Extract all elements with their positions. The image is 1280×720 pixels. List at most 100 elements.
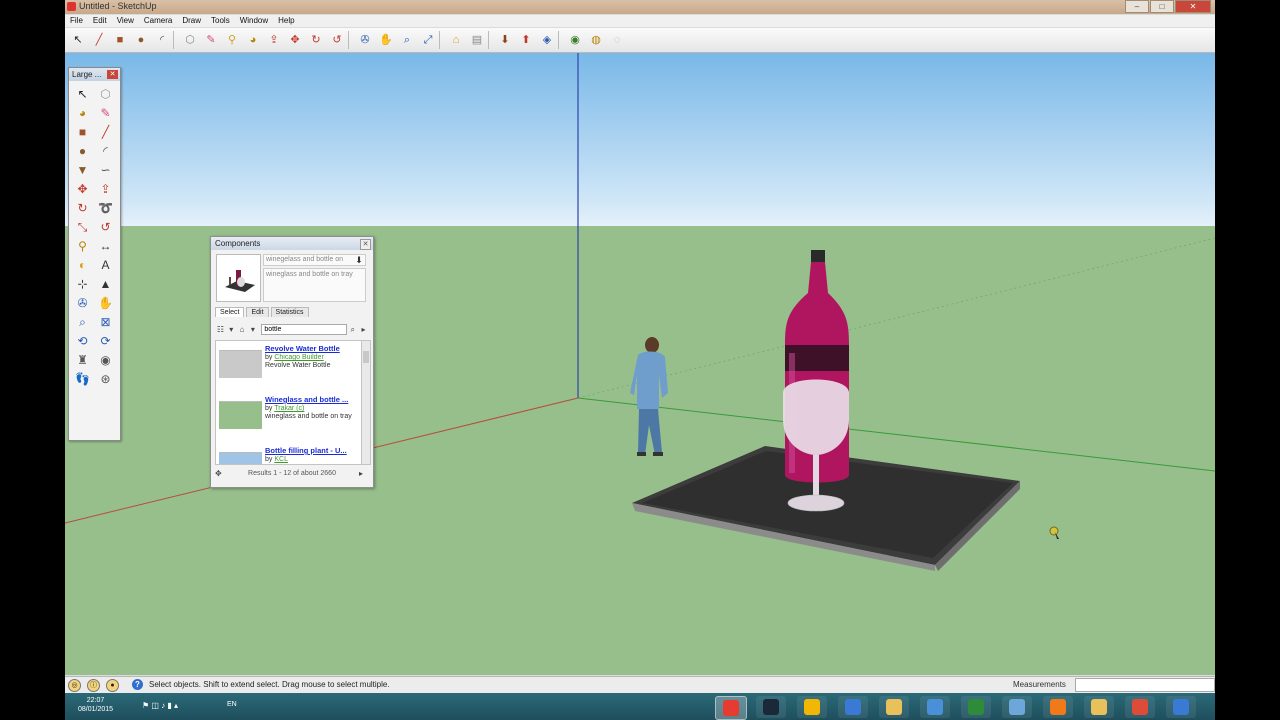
dropdown-chevron-icon[interactable]: ▾ <box>226 324 237 335</box>
component-description-field[interactable]: wineglass and bottle on tray <box>263 268 366 302</box>
make-component-icon[interactable]: ⬡ <box>96 85 115 104</box>
components-scrollbar[interactable] <box>361 340 371 465</box>
select-icon[interactable]: ↖ <box>73 85 92 104</box>
taskbar-excel-icon[interactable] <box>961 696 991 718</box>
orbit-tool-icon[interactable]: ✇ <box>357 32 373 48</box>
paint-bucket-icon[interactable]: ◕ <box>245 32 261 48</box>
close-button[interactable]: ✕ <box>1175 0 1211 13</box>
geo-location-icon[interactable]: ◎ <box>68 679 81 692</box>
taskbar-sketchup-icon[interactable] <box>715 696 747 720</box>
results-next-icon[interactable]: ▸ <box>359 469 369 478</box>
menu-draw[interactable]: Draw <box>177 15 206 27</box>
select-tool-icon[interactable]: ↖ <box>70 32 86 48</box>
rotate-tool-icon[interactable]: ↻ <box>308 32 324 48</box>
minimize-button[interactable]: – <box>1125 0 1149 13</box>
paint-bucket-icon[interactable]: ◕ <box>73 104 92 123</box>
taskbar-player-icon[interactable] <box>1043 696 1073 718</box>
palette-header[interactable]: Large ... ✕ <box>69 68 120 81</box>
components-header[interactable]: Components ✕ <box>211 237 373 250</box>
section-plane-icon[interactable]: ⊛ <box>96 370 115 389</box>
results-prev-icon[interactable]: ✥ <box>215 469 225 478</box>
zoom-tool-icon[interactable]: ⌕ <box>399 32 415 48</box>
eraser-icon[interactable]: ✎ <box>96 104 115 123</box>
dimension-icon[interactable]: ↔ <box>96 237 115 256</box>
add-location-icon[interactable]: ◌ <box>609 32 625 48</box>
scrollbar-thumb[interactable] <box>363 351 369 363</box>
details-arrow-icon[interactable]: ⬇ <box>354 255 364 266</box>
warehouse-icon[interactable]: ⌂ <box>448 32 464 48</box>
tab-edit[interactable]: Edit <box>246 307 269 317</box>
polygon-icon[interactable]: ▼ <box>73 161 92 180</box>
tab-statistics[interactable]: Statistics <box>270 307 309 317</box>
make-component-icon[interactable]: ⬡ <box>182 32 198 48</box>
look-around-icon[interactable]: ◉ <box>96 351 115 370</box>
share-model-icon[interactable]: ▤ <box>469 32 485 48</box>
menu-tools[interactable]: Tools <box>206 15 235 27</box>
details-menu-icon[interactable]: ▸ <box>358 324 369 335</box>
taskbar-explorer-icon[interactable] <box>1002 696 1032 718</box>
scale-icon[interactable]: ⤡ <box>73 218 92 237</box>
list-item[interactable]: Bottle filling plant - U... by KCL <box>216 443 362 464</box>
text-icon[interactable]: A <box>96 256 115 275</box>
component-name-field[interactable]: winegelass and bottle on <box>263 254 366 266</box>
rectangle-tool-icon[interactable]: ■ <box>112 32 128 48</box>
line-tool-icon[interactable]: ╱ <box>91 32 107 48</box>
move-tool-icon[interactable]: ✥ <box>287 32 303 48</box>
arc-icon[interactable]: ◜ <box>96 142 115 161</box>
orbit-icon[interactable]: ✇ <box>73 294 92 313</box>
push-pull-icon[interactable]: ⇪ <box>266 32 282 48</box>
components-close-button[interactable]: ✕ <box>360 239 371 250</box>
pan-icon[interactable]: ✋ <box>96 294 115 313</box>
credits-icon[interactable]: ⓘ <box>87 679 100 692</box>
arc-tool-icon[interactable]: ◜ <box>154 32 170 48</box>
protractor-icon[interactable]: ◐ <box>73 256 92 275</box>
share-component-icon[interactable]: ⬆ <box>518 32 534 48</box>
rectangle-icon[interactable]: ■ <box>73 123 92 142</box>
taskbar-steam-icon[interactable] <box>756 696 786 718</box>
move-icon[interactable]: ✥ <box>73 180 92 199</box>
list-item[interactable]: Wineglass and bottle ... by Trakar (c) win… <box>216 392 362 443</box>
menu-window[interactable]: Window <box>235 15 273 27</box>
taskbar-media-icon[interactable] <box>838 696 868 718</box>
instructor-help-icon[interactable]: ? <box>132 679 143 690</box>
system-tray-icons[interactable]: ⚑ ◫ ♪ ▮ ▴ <box>142 701 178 710</box>
maximize-button[interactable]: □ <box>1150 0 1174 13</box>
navigation-icon[interactable]: ⌂ <box>237 324 248 335</box>
materials-icon[interactable]: ◍ <box>588 32 604 48</box>
taskbar-paint-icon[interactable] <box>920 696 950 718</box>
extension-warehouse-icon[interactable]: ◈ <box>539 32 555 48</box>
menu-camera[interactable]: Camera <box>139 15 177 27</box>
line-icon[interactable]: ╱ <box>96 123 115 142</box>
offset-icon[interactable]: ↺ <box>96 218 115 237</box>
taskbar-app-icon[interactable] <box>797 696 827 718</box>
taskbar-files-icon[interactable] <box>1084 696 1114 718</box>
circle-tool-icon[interactable]: ● <box>133 32 149 48</box>
zoom-icon[interactable]: ⌕ <box>73 313 92 332</box>
push-pull-icon[interactable]: ⇪ <box>96 180 115 199</box>
3d-viewport[interactable]: Large ... ✕ ↖ ⬡ ◕ ✎ ■ ╱ ● ◜ ▼ ∽ ✥ ⇪ ↻ ➰ ⤡ ↺ ⚲ ↔ ◐ A ⊹ ▲ ✇ ✋ ⌕ ⊠ ⟲ ⟳… <box>65 53 1215 675</box>
component-name-link[interactable]: Wineglass and bottle ... <box>265 395 348 404</box>
freehand-icon[interactable]: ∽ <box>96 161 115 180</box>
walk-icon[interactable]: 👣 <box>73 370 92 389</box>
eraser-icon[interactable]: ✎ <box>203 32 219 48</box>
language-indicator[interactable]: EN <box>227 701 237 708</box>
axes-icon[interactable]: ⊹ <box>73 275 92 294</box>
position-camera-icon[interactable]: ♜ <box>73 351 92 370</box>
menu-view[interactable]: View <box>112 15 139 27</box>
taskbar-firefox-icon[interactable] <box>1166 696 1196 718</box>
menu-help[interactable]: Help <box>273 15 299 27</box>
menu-file[interactable]: File <box>65 15 88 27</box>
styles-icon[interactable]: ◉ <box>567 32 583 48</box>
list-item[interactable]: Revolve Water Bottle by Chicago Builder Re… <box>216 341 362 392</box>
tape-measure-icon[interactable]: ⚲ <box>224 32 240 48</box>
components-search-input[interactable] <box>261 324 348 335</box>
zoom-window-icon[interactable]: ⊠ <box>96 313 115 332</box>
search-icon[interactable]: ⌕ <box>347 324 358 335</box>
component-name-link[interactable]: Revolve Water Bottle <box>265 344 340 353</box>
tape-measure-icon[interactable]: ⚲ <box>73 237 92 256</box>
tab-select[interactable]: Select <box>215 307 245 317</box>
zoom-extents-icon[interactable]: ⤢ <box>420 32 436 48</box>
next-view-icon[interactable]: ⟳ <box>96 332 115 351</box>
rotate-icon[interactable]: ↻ <box>73 199 92 218</box>
author-link[interactable]: KCL <box>274 456 288 463</box>
